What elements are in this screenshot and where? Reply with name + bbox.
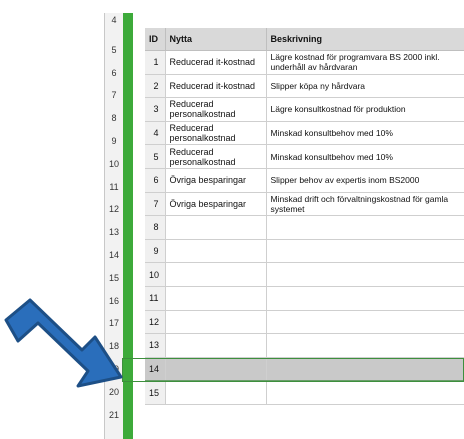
row-header-number[interactable]: 8 [105,112,123,124]
cell-beskrivning[interactable]: Lägre kostnad för programvara BS 2000 in… [266,50,464,75]
cell-nytta[interactable] [165,333,267,358]
benefits-table: ID Nytta Beskrivning 1 Reducerad it-kostn… [145,28,464,405]
table-row[interactable]: 11 [145,286,464,311]
cell-id[interactable]: 4 [145,121,166,146]
cell-nytta[interactable] [165,356,267,382]
table-row[interactable]: 2 Reducerad it-kostnad Slipper köpa ny hår… [145,74,464,99]
spreadsheet-screenshot: 456789101112131415161718192021 ID Nytta … [0,0,464,439]
table-row[interactable]: 8 [145,215,464,240]
cell-nytta[interactable]: Övriga besparingar [165,192,267,217]
header-nytta: Nytta [165,28,267,51]
row-header-number[interactable]: 6 [105,67,123,79]
cell-beskrivning[interactable] [266,310,464,335]
cell-id[interactable]: 11 [145,286,166,311]
cell-nytta[interactable] [165,262,267,287]
cell-beskrivning[interactable] [266,215,464,240]
cell-id[interactable]: 13 [145,333,166,358]
row-header-number[interactable]: 5 [105,44,123,56]
cell-nytta[interactable]: Reducerad it-kostnad [165,50,267,75]
cell-nytta[interactable] [165,286,267,311]
cell-id[interactable]: 8 [145,215,166,240]
cell-id[interactable]: 1 [145,50,166,75]
table-row[interactable]: 14 [145,356,464,382]
header-beskrivning: Beskrivning [266,28,464,51]
cell-beskrivning[interactable] [266,333,464,358]
cell-id[interactable]: 3 [145,97,166,122]
row-header-number[interactable]: 15 [105,272,123,284]
table-row[interactable]: 1 Reducerad it-kostnad Lägre kostnad för p… [145,50,464,75]
row-header-number[interactable]: 7 [105,89,123,101]
table-row[interactable]: 9 [145,239,464,264]
cell-beskrivning[interactable]: Minskad konsultbehov med 10% [266,121,464,146]
cell-nytta[interactable]: Reducerad personalkostnad [165,144,267,169]
cell-id[interactable]: 12 [145,310,166,335]
cell-beskrivning[interactable] [266,239,464,264]
cell-beskrivning[interactable]: Slipper köpa ny hårdvara [266,74,464,99]
table-row[interactable]: 13 [145,333,464,358]
cell-nytta[interactable] [165,215,267,240]
cell-id[interactable]: 7 [145,192,166,217]
cell-nytta[interactable]: Reducerad it-kostnad [165,74,267,99]
pointer-arrow-icon [4,298,123,388]
cell-id[interactable]: 5 [145,144,166,169]
row-header-number[interactable]: 12 [105,203,123,215]
cell-nytta[interactable]: Övriga besparingar [165,168,267,193]
row-header-number[interactable]: 21 [105,409,123,421]
cell-id[interactable]: 9 [145,239,166,264]
cell-beskrivning[interactable]: Minskad konsultbehov med 10% [266,144,464,169]
row-header-number[interactable]: 9 [105,135,123,147]
cell-beskrivning[interactable] [266,356,464,382]
table-row[interactable]: 15 [145,380,464,405]
cell-id[interactable]: 10 [145,262,166,287]
table-row[interactable]: 10 [145,262,464,287]
table-row[interactable]: 7 Övriga besparingar Minskad drift och för… [145,192,464,217]
row-header-number[interactable]: 4 [105,14,123,26]
cell-id[interactable]: 2 [145,74,166,99]
row-header-number[interactable]: 10 [105,158,123,170]
header-id: ID [145,28,166,51]
cell-beskrivning[interactable]: Lägre konsultkostnad för produktion [266,97,464,122]
cell-nytta[interactable] [165,239,267,264]
row-header-number[interactable]: 11 [105,181,123,193]
table-row[interactable]: 12 [145,310,464,335]
table-row[interactable]: 3 Reducerad personalkostnad Lägre konsultk… [145,97,464,122]
cell-beskrivning[interactable] [266,262,464,287]
table-row[interactable]: 6 Övriga besparingar Slipper behov av expe… [145,168,464,193]
table-row[interactable]: 4 Reducerad personalkostnad Minskad konsul… [145,121,464,146]
cell-beskrivning[interactable] [266,286,464,311]
cell-id[interactable]: 15 [145,380,166,405]
table-row[interactable]: 5 Reducerad personalkostnad Minskad konsul… [145,144,464,169]
cell-beskrivning[interactable]: Minskad drift och förvaltningskostnad fö… [266,192,464,217]
row-header-number[interactable]: 13 [105,226,123,238]
cell-id[interactable]: 6 [145,168,166,193]
row-header-number[interactable]: 14 [105,249,123,261]
cell-nytta[interactable]: Reducerad personalkostnad [165,121,267,146]
cell-id[interactable]: 14 [145,356,166,382]
cell-nytta[interactable] [165,310,267,335]
cell-nytta[interactable] [165,380,267,405]
cell-nytta[interactable]: Reducerad personalkostnad [165,97,267,122]
cell-beskrivning[interactable]: Slipper behov av expertis inom BS2000 [266,168,464,193]
table-header-row: ID Nytta Beskrivning [145,28,464,51]
cell-beskrivning[interactable] [266,380,464,405]
